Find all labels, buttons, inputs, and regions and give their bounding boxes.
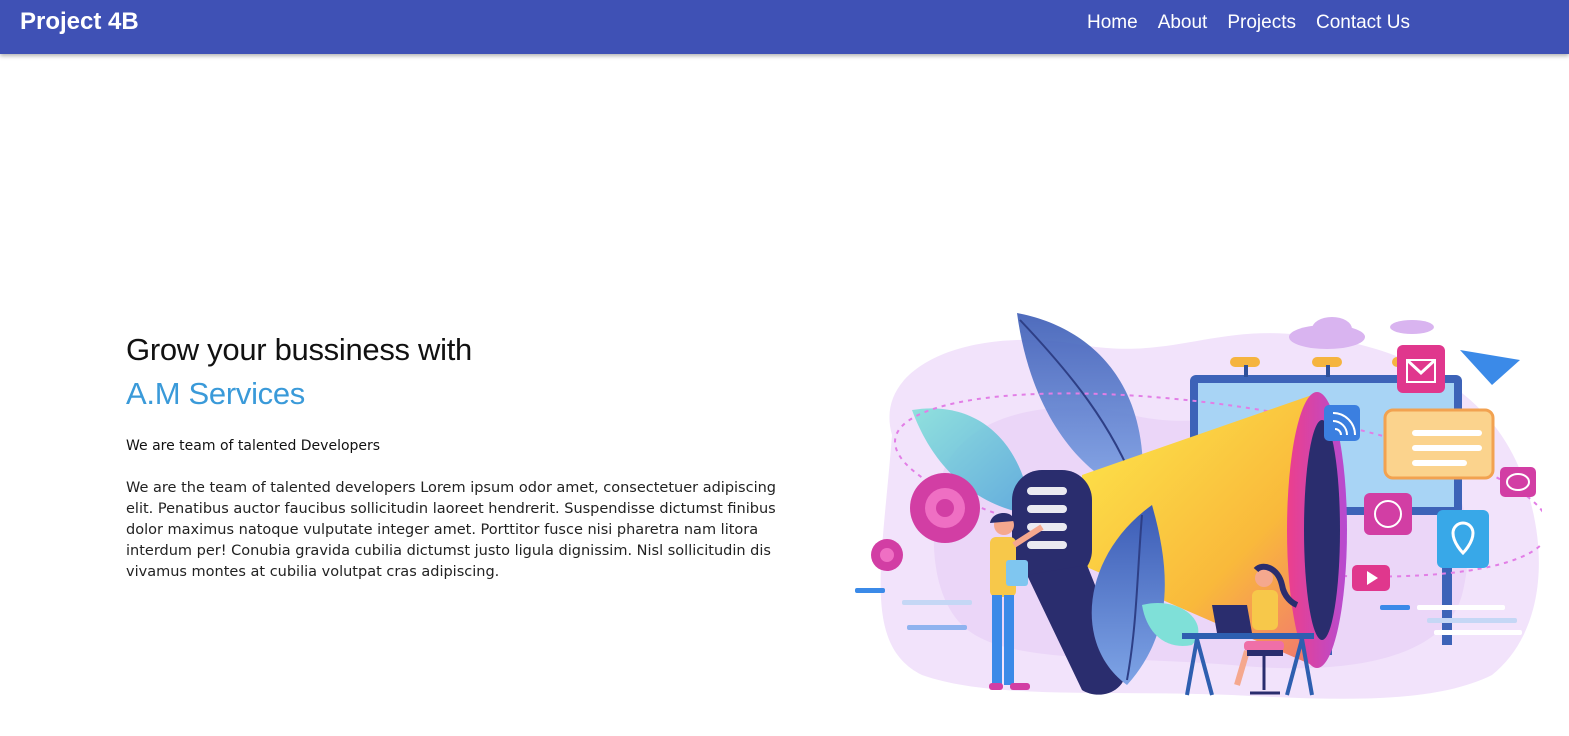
laptop xyxy=(1212,605,1252,633)
marketing-illustration xyxy=(855,313,1542,699)
nav-projects[interactable]: Projects xyxy=(1227,12,1296,34)
navbar: Project 4B Home About Projects Contact U… xyxy=(0,0,1569,54)
chat-card-icon xyxy=(1383,408,1495,480)
mail-icon xyxy=(1397,345,1445,393)
paper-plane-icon xyxy=(1460,350,1520,385)
location-pin-icon xyxy=(1437,510,1489,568)
nav-links: Home About Projects Contact Us xyxy=(1087,12,1430,34)
hero-title-accent: A.M Services xyxy=(126,376,305,411)
nav-home[interactable]: Home xyxy=(1087,12,1138,34)
nav-about[interactable]: About xyxy=(1158,12,1208,34)
nav-contact-us[interactable]: Contact Us xyxy=(1316,12,1410,34)
hero-title-line1: Grow your bussiness with xyxy=(126,332,472,367)
hero-tagline: We are team of talented Developers xyxy=(126,438,381,454)
hero-title: Grow your bussiness with A.M Services xyxy=(126,328,796,416)
globe-icon xyxy=(1364,493,1412,535)
hero-section: Grow your bussiness with A.M Services We… xyxy=(126,328,796,583)
brand-logo[interactable]: Project 4B xyxy=(20,8,139,36)
chat-bubble-icon xyxy=(1500,467,1536,497)
desk xyxy=(1182,633,1314,639)
hero-description: We are the team of talented developers L… xyxy=(126,480,777,580)
